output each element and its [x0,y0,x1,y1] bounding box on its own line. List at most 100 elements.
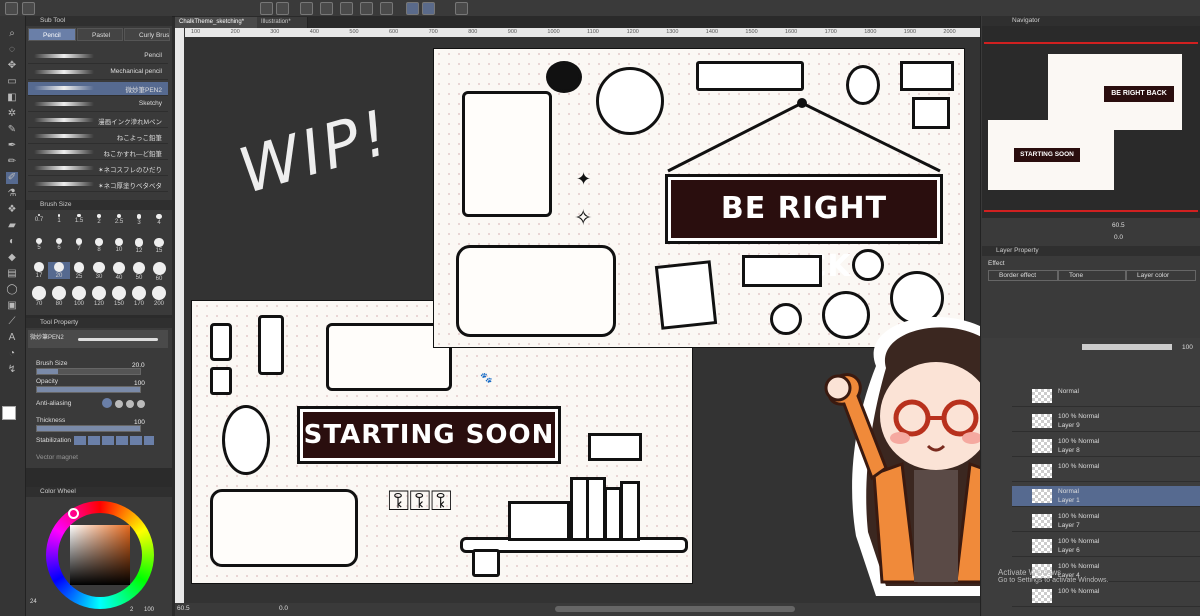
correct-line-icon[interactable]: ↯ [6,364,18,376]
brush-size-option[interactable]: 5 [28,238,50,251]
eraser-tool-icon[interactable]: ◧ [6,92,18,104]
move-tool-icon[interactable]: ✥ [6,60,18,72]
navigator-preview[interactable]: BE RIGHT BACK STARTING SOON [982,26,1200,226]
new-file-icon[interactable] [22,2,35,15]
stabilize-icon[interactable] [406,2,419,15]
brush-size-option[interactable]: 10 [108,238,130,253]
tab-chalktheme[interactable]: ChalkTheme_sketching* [175,17,262,28]
ruler-icon[interactable]: ⟋ [6,316,18,328]
effect-layer-color-button[interactable]: Layer color [1126,270,1196,281]
airbrush-icon[interactable]: ⚗ [6,188,18,200]
brush-item[interactable]: ✶ネコスフレのひだり [28,162,168,176]
transform-icon[interactable] [360,2,373,15]
angle-readout[interactable]: 0.0 [279,605,288,612]
opacity-value[interactable]: 100 [134,380,145,387]
opacity-slider[interactable] [36,386,141,393]
effect-tone-button[interactable]: Tone [1058,270,1126,281]
brush-size-option[interactable]: 2 [88,214,110,225]
phone-icon[interactable] [455,2,468,15]
brush-item[interactable]: 微妙筆PEN2 [28,82,168,96]
lasso-tool-icon[interactable]: ◌ [6,44,18,56]
figure-icon[interactable]: ◯ [6,284,18,296]
layer-row[interactable]: 100 % Normal Layer 9 [1012,411,1200,432]
clear-icon[interactable] [300,2,313,15]
pen-tool-icon[interactable]: ✒ [6,140,18,152]
brush-size-option[interactable]: 50 [128,262,150,281]
tab-curly-brush[interactable]: Curly Brush [124,28,170,41]
brush-size-option[interactable]: 3 [128,214,150,226]
nav-zoom-value[interactable]: 60.5 [1112,222,1125,229]
layer-row[interactable]: 100 % Normal Layer 7 [1012,511,1200,532]
zoom-readout[interactable]: 60.5 [177,605,190,612]
layer-row[interactable]: Normal Layer 1 [1012,486,1200,507]
brush-item[interactable]: Sketchy [28,98,168,112]
brush-size-option[interactable]: 100 [68,286,90,307]
layer-row[interactable]: 100 % Normal Layer 6 [1012,536,1200,557]
horizontal-scrollbar[interactable] [555,606,795,612]
antialias-options[interactable] [102,398,162,408]
tab-pastel[interactable]: Pastel [77,28,123,41]
nav-angle-value[interactable]: 0.0 [1114,234,1123,241]
thickness-slider[interactable] [36,425,141,432]
thickness-value[interactable]: 100 [134,419,145,426]
brush-item[interactable]: ねこよっこ鉛筆 [28,130,168,144]
blend-icon[interactable]: ◐ [6,236,18,248]
tab-pencil[interactable]: Pencil [28,28,76,41]
brush-size-option[interactable]: 20 [48,262,70,280]
fill-tool-icon[interactable]: ◆ [6,252,18,264]
line-icon[interactable] [422,2,435,15]
decoration-icon[interactable]: ❖ [6,204,18,216]
zoom-tool-icon[interactable]: ⌕ [6,28,18,40]
brush-size-slider[interactable] [36,368,141,375]
crop-icon[interactable] [380,2,393,15]
redo-icon[interactable] [276,2,289,15]
brush-size-option[interactable]: 17 [28,262,50,279]
balloon-icon[interactable]: ◔ [6,348,18,360]
layer-opacity-value[interactable]: 100 [1182,344,1193,351]
brush-size-option[interactable]: 70 [28,286,50,307]
undo-icon[interactable] [260,2,273,15]
brush-item[interactable]: ✶ネコ厚塗りベタベタ [28,178,168,192]
brush-size-option[interactable]: 2.5 [108,214,130,225]
brush-size-option[interactable]: 30 [88,262,110,280]
brush-size-option[interactable]: 6 [48,238,70,251]
brush-size-option[interactable]: 200 [148,286,170,307]
tab-illustration[interactable]: Illustration* [257,17,308,28]
brush-size-option[interactable]: 40 [108,262,130,281]
brush-size-value[interactable]: 20.0 [132,362,145,369]
hue-marker[interactable] [68,508,79,519]
gradient-icon[interactable]: ▤ [6,268,18,280]
brush-size-option[interactable]: 150 [108,286,130,307]
effect-border-button[interactable]: Border effect [988,270,1058,281]
select-icon[interactable] [340,2,353,15]
brush-size-option[interactable]: 170 [128,286,150,307]
text-tool-icon[interactable]: A [6,332,18,344]
brush-size-option[interactable]: 0.7 [28,214,50,223]
main-color-swatch[interactable] [2,406,16,420]
brush-item[interactable]: Pencil [28,50,168,64]
select-tool-icon[interactable]: ▭ [6,76,18,88]
brush-size-option[interactable]: 8 [88,238,110,253]
brush-size-option[interactable]: 12 [128,238,150,254]
brush-size-option[interactable]: 25 [68,262,90,280]
brush-size-option[interactable]: 60 [148,262,170,282]
stabilization-bar[interactable] [74,436,154,445]
brush-size-option[interactable]: 120 [88,286,110,307]
brush-size-option[interactable]: 1.5 [68,214,90,224]
menu-icon[interactable] [5,2,18,15]
magic-wand-icon[interactable]: ✲ [6,108,18,120]
brush-tool-icon[interactable]: ✐ [6,172,18,184]
eraser2-icon[interactable]: ▰ [6,220,18,232]
brush-item[interactable]: 漫画インク滲れMペン [28,114,168,128]
brush-size-option[interactable]: 4 [148,214,170,226]
brush-size-option[interactable]: 15 [148,238,170,254]
brush-item[interactable]: Mechanical pencil [28,66,168,80]
eyedropper-icon[interactable]: ✎ [6,124,18,136]
brush-size-option[interactable]: 1 [48,214,70,224]
layer-row[interactable]: 100 % Normal [1012,586,1200,607]
frame-icon[interactable]: ▣ [6,300,18,312]
fill-icon[interactable] [320,2,333,15]
saturation-square[interactable] [70,525,130,585]
layer-row[interactable]: 100 % Normal [1012,461,1200,482]
brush-item[interactable]: ねこかすれ―ど鉛筆 [28,146,168,160]
